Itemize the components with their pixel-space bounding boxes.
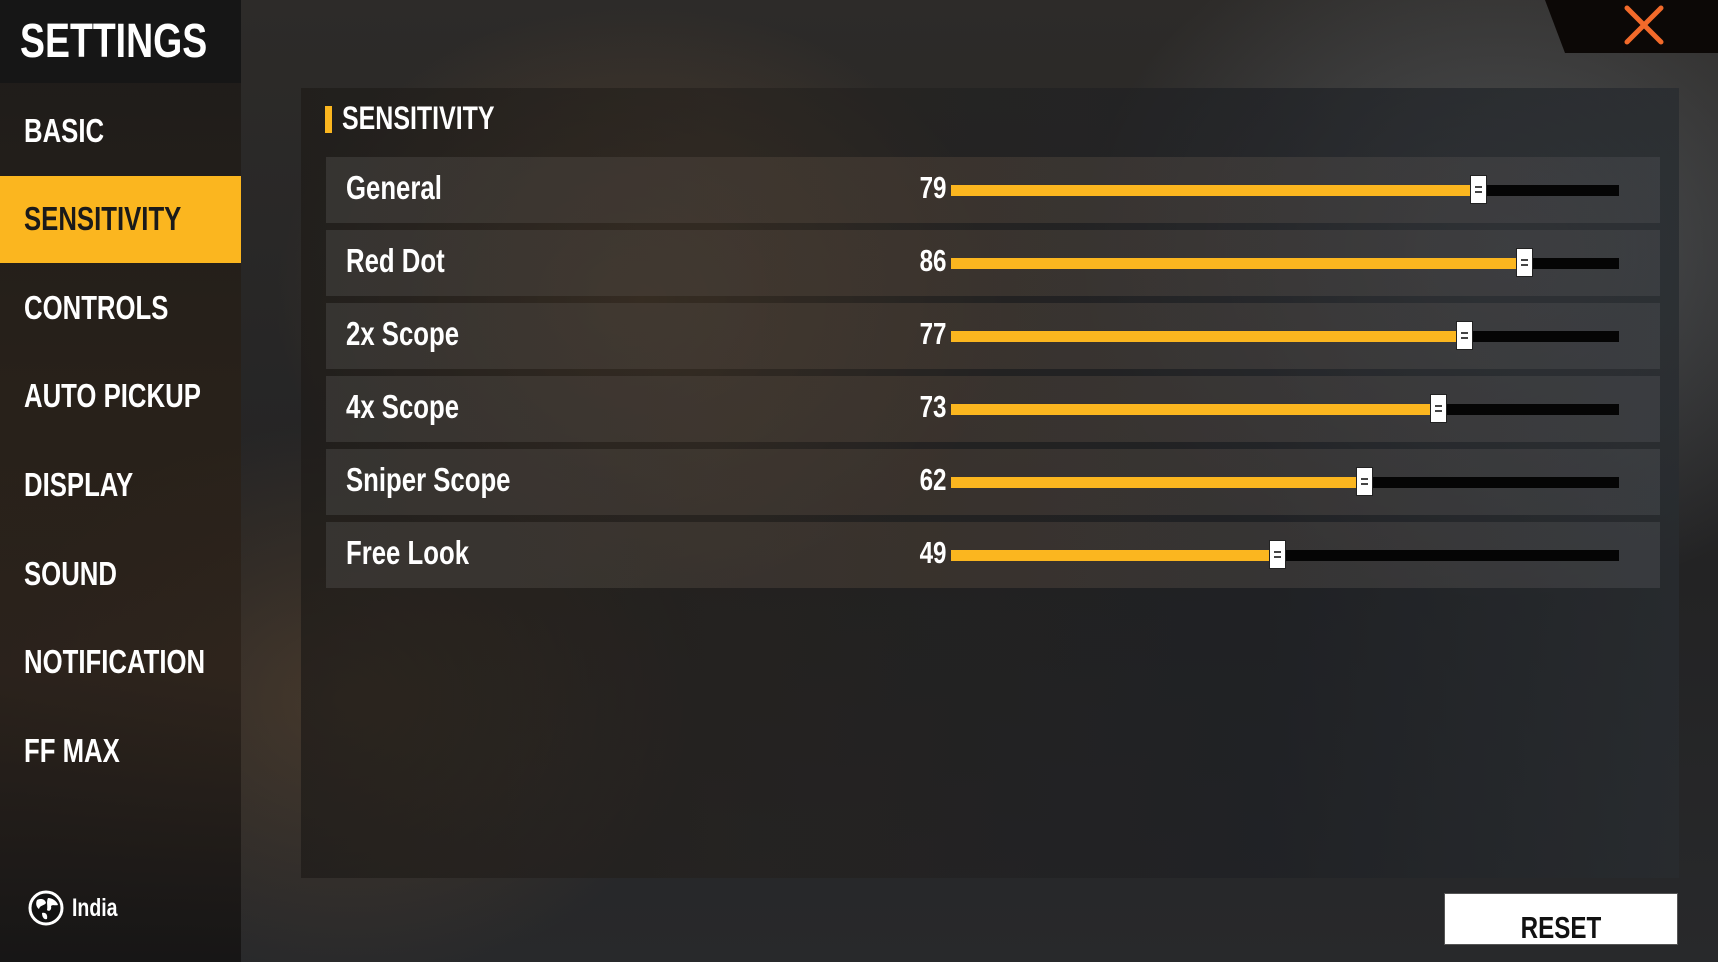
sensitivity-row-sniper-scope: Sniper Scope 62 [326,449,1660,515]
sidebar-item-controls[interactable]: CONTROLS [0,265,241,352]
sidebar-item-label: CONTROLS [24,289,169,326]
slider-fill [951,331,1466,342]
sensitivity-row-free-look: Free Look 49 [326,522,1660,588]
slider-value-text: 73 [919,389,946,424]
sensitivity-row-4x-scope: 4x Scope 73 [326,376,1660,442]
slider-value: 86 [866,243,946,279]
close-icon [1624,5,1664,45]
section-title: SENSITIVITY [342,100,538,137]
slider-track[interactable] [951,467,1619,496]
slider-fill [951,477,1366,488]
slider-label: 2x Scope [346,315,491,353]
slider-label-text: Red Dot [346,242,445,279]
slider-track[interactable] [951,394,1619,423]
slider-value-text: 62 [919,462,946,497]
slider-fill [951,550,1279,561]
slider-handle[interactable] [1269,540,1287,569]
sidebar-item-label: AUTO PICKUP [24,377,201,414]
slider-value: 49 [866,535,946,571]
slider-label: Sniper Scope [346,461,557,499]
sidebar-item-label: NOTIFICATION [24,643,206,680]
slider-fill [951,404,1439,415]
close-button[interactable] [1545,0,1718,53]
sidebar-item-label: DISPLAY [24,466,134,503]
slider-value: 73 [866,389,946,425]
sensitivity-row-2x-scope: 2x Scope 77 [326,303,1660,369]
slider-handle[interactable] [1356,467,1374,496]
sidebar-item-sound[interactable]: SOUND [0,531,241,618]
sidebar-item-display[interactable]: DISPLAY [0,442,241,529]
page-title: SETTINGS [20,15,208,68]
sensitivity-row-red-dot: Red Dot 86 [326,230,1660,296]
slider-label: Red Dot [346,242,473,280]
slider-label-text: Free Look [346,534,470,571]
region-label: India [72,894,118,922]
slider-fill [951,185,1479,196]
slider-label-text: Sniper Scope [346,461,511,498]
slider-track[interactable] [951,321,1619,350]
slider-value: 77 [866,316,946,352]
slider-label: 4x Scope [346,388,491,426]
slider-label: Free Look [346,534,504,572]
sensitivity-row-general: General 79 [326,157,1660,223]
slider-track[interactable] [951,175,1619,204]
sidebar-item-sensitivity[interactable]: SENSITIVITY [0,176,241,263]
sidebar-item-basic[interactable]: BASIC [0,88,241,175]
slider-label-text: 4x Scope [346,388,460,425]
slider-value-text: 79 [919,170,946,205]
sidebar-item-label: SENSITIVITY [24,200,182,237]
sidebar: SETTINGS BASIC SENSITIVITY CONTROLS AUTO… [0,0,241,962]
section-title-text: SENSITIVITY [342,100,495,136]
sidebar-item-label: FF MAX [24,732,120,769]
slider-value-text: 77 [919,316,946,351]
slider-label: General [346,169,469,207]
slider-label-text: 2x Scope [346,315,460,352]
reset-label-text: RESET [1520,910,1602,945]
slider-fill [951,258,1526,269]
slider-track[interactable] [951,248,1619,277]
sidebar-item-ff-max[interactable]: FF MAX [0,708,241,795]
sidebar-item-label: SOUND [24,555,117,592]
sidebar-item-auto-pickup[interactable]: AUTO PICKUP [0,353,241,440]
slider-handle[interactable] [1456,321,1474,350]
sidebar-item-label: BASIC [24,112,105,149]
slider-handle[interactable] [1469,175,1487,204]
slider-value-text: 49 [919,535,946,570]
reset-button[interactable]: RESET [1444,893,1678,945]
slider-handle[interactable] [1516,248,1534,277]
sidebar-item-notification[interactable]: NOTIFICATION [0,619,241,706]
slider-track[interactable] [951,540,1619,569]
slider-value: 62 [866,462,946,498]
globe-icon [28,890,64,926]
slider-value: 79 [866,170,946,206]
slider-label-text: General [346,169,442,206]
slider-value-text: 86 [919,243,946,278]
section-accent-bar [325,106,332,133]
slider-handle[interactable] [1429,394,1447,423]
sidebar-header: SETTINGS [0,0,241,83]
